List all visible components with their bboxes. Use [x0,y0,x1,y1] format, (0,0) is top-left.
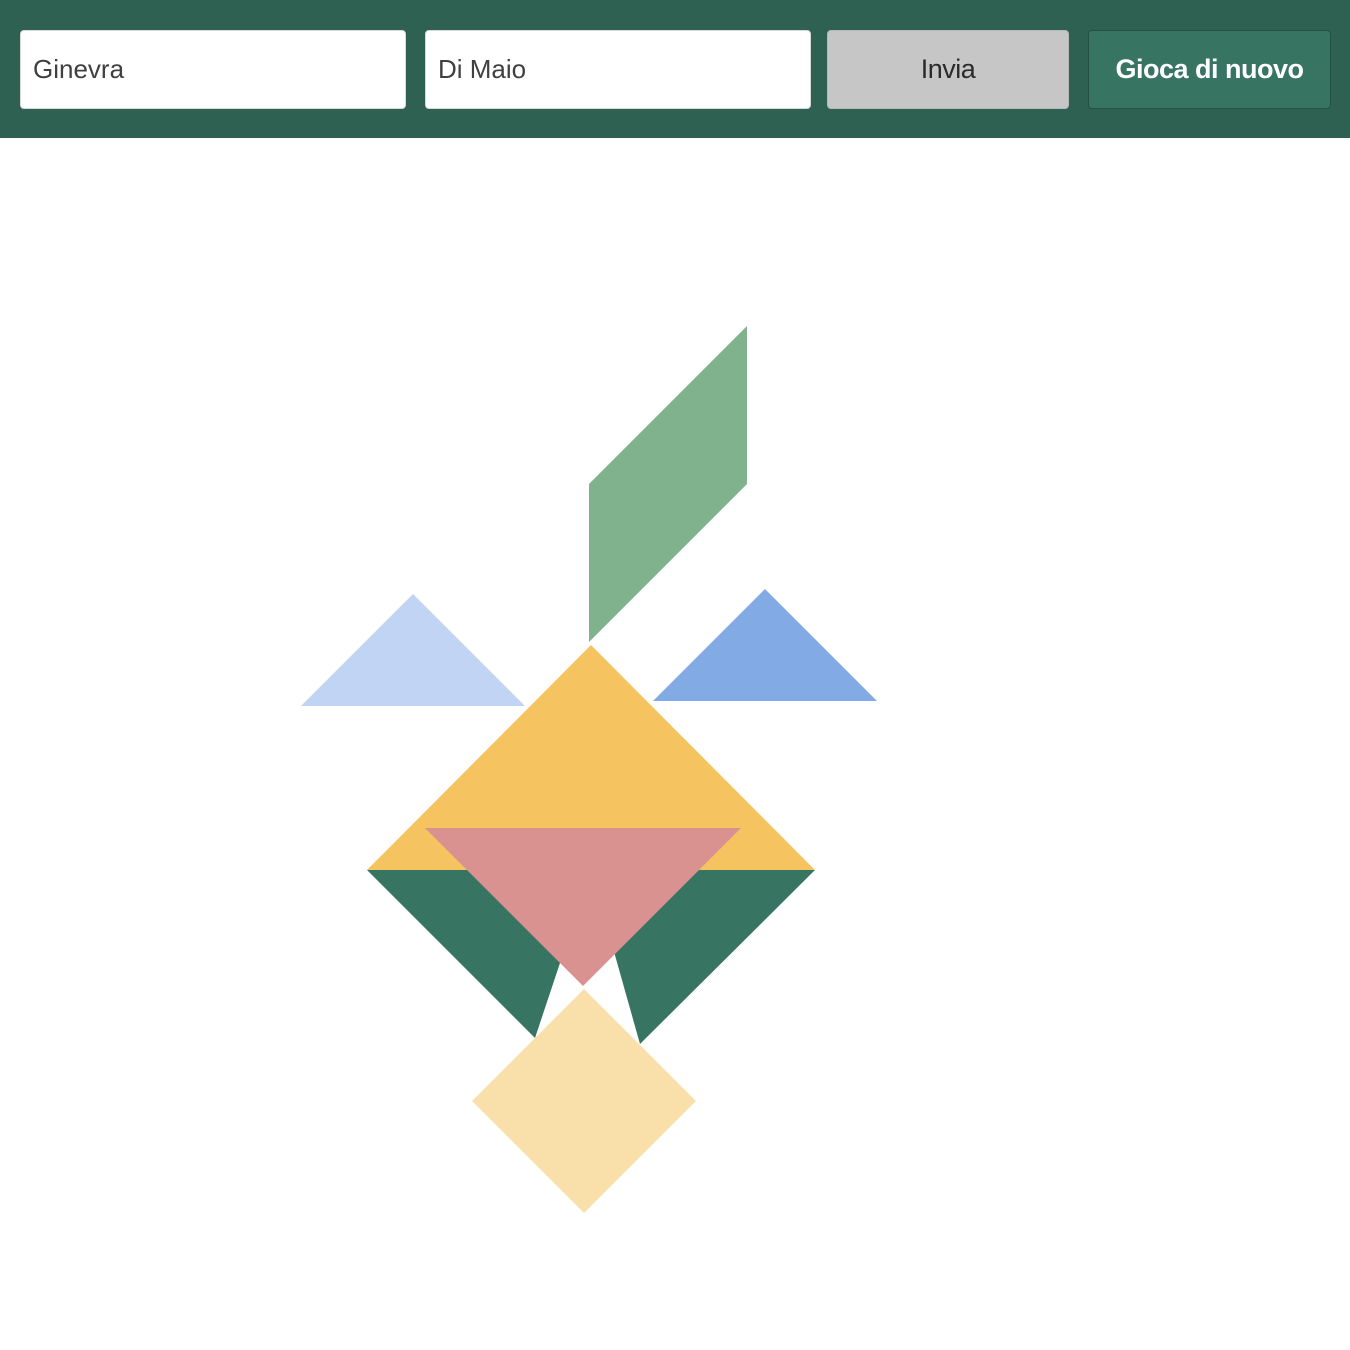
parallelogram-piece[interactable] [589,326,747,642]
tangram-canvas [301,326,877,1213]
first-name-input[interactable] [20,30,406,109]
tangram-board [0,138,1350,1350]
play-again-button[interactable]: Gioca di nuovo [1088,30,1331,109]
submit-button[interactable]: Invia [827,30,1069,109]
small-triangle-right-piece[interactable] [653,589,877,701]
square-piece[interactable] [472,989,696,1213]
toolbar: Invia Gioca di nuovo [0,0,1350,138]
last-name-input[interactable] [425,30,811,109]
small-triangle-left-piece[interactable] [301,594,525,706]
